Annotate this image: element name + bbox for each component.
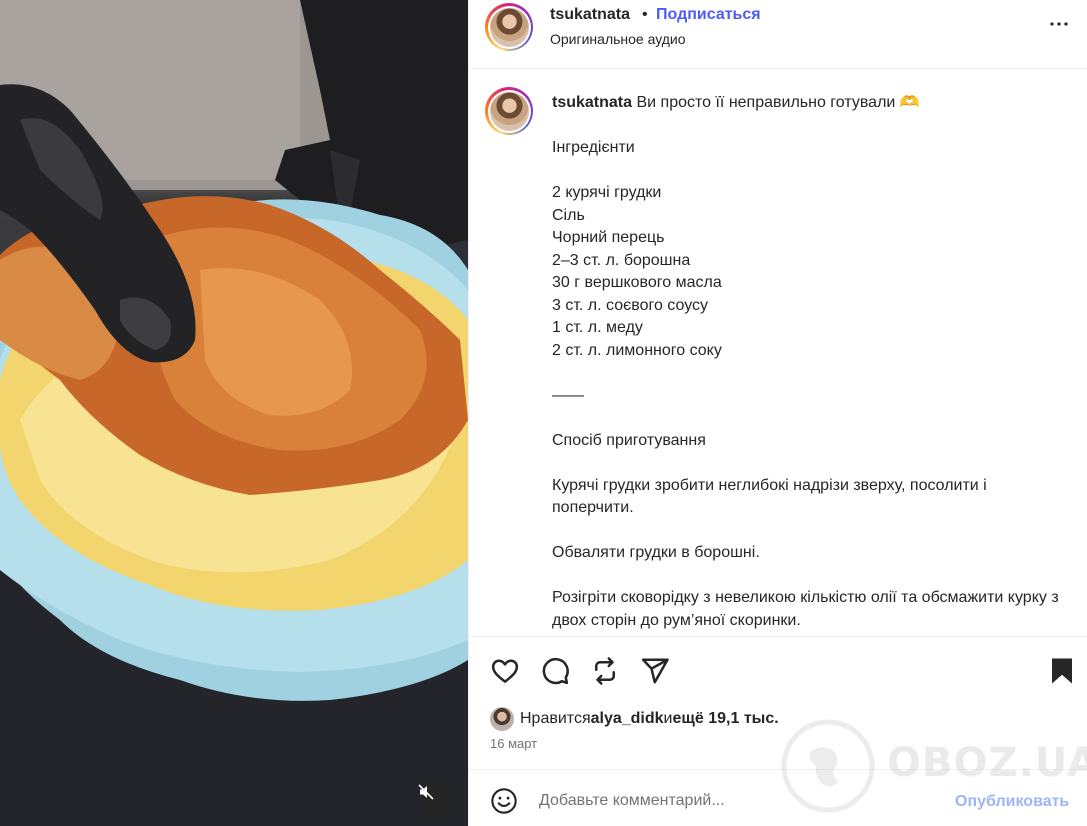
caption-avatar-image [489, 91, 529, 131]
more-horizontal-icon[interactable] [1047, 12, 1071, 36]
likes-summary[interactable]: Нравится alya_didk и ещё 19,1 тыс. [490, 707, 779, 731]
caption-username[interactable]: tsukatnata [552, 94, 632, 111]
caption-line: 2–3 ст. л. борошна [552, 251, 691, 269]
caption-line: Сіль [552, 206, 585, 224]
author-avatar-image [489, 7, 529, 47]
caption-line: Чорний перець [552, 229, 665, 246]
send-icon[interactable] [640, 656, 670, 686]
liker-avatar[interactable] [490, 707, 514, 731]
repost-icon[interactable] [590, 656, 620, 686]
speaker-muted-icon [418, 784, 434, 800]
post-date[interactable]: 16 март [490, 736, 537, 751]
caption-author-avatar[interactable] [485, 87, 533, 135]
likes-prefix: Нравится [520, 710, 591, 727]
likes-middle: и [663, 710, 673, 727]
caption-line: 3 ст. л. соєвого соусу [552, 296, 709, 314]
author-avatar[interactable] [485, 3, 533, 51]
food-photo [0, 0, 468, 826]
caption-divider: —— [552, 386, 584, 404]
caption-line: 1 ст. л. меду [552, 319, 643, 336]
heart-icon[interactable] [490, 656, 520, 686]
caption-title: Ви просто її неправильно готували 🫶 [632, 94, 920, 111]
comment-icon[interactable] [540, 656, 570, 686]
caption-line: Обваляти грудки в борошні. [552, 544, 760, 561]
post-media[interactable] [0, 0, 468, 826]
caption-line: 2 ст. л. лимонного соку [552, 341, 722, 359]
post-actions: Нравится alya_didk и ещё 19,1 тыс. 16 ма… [469, 636, 1087, 770]
author-username[interactable]: tsukatnata [550, 6, 630, 24]
comment-bar: Опубликовать [469, 771, 1087, 826]
caption-text: tsukatnata Ви просто її неправильно готу… [552, 92, 1062, 632]
caption-line: 2 курячі грудки [552, 184, 662, 201]
caption-line: 30 г вершкового масла [552, 274, 722, 291]
caption-section: tsukatnata Ви просто її неправильно готу… [469, 70, 1087, 636]
liker-username[interactable]: alya_didk [591, 710, 664, 728]
mute-toggle-button[interactable] [418, 784, 452, 818]
caption-line: Розігріти сковорідку з невеликою кількіс… [552, 589, 1064, 629]
post-header: tsukatnata • Подписаться Оригинальное ау… [469, 0, 1087, 69]
caption-line: Інгредієнти [552, 139, 635, 156]
publish-button[interactable]: Опубликовать [955, 793, 1069, 811]
caption-line: Спосіб приготування [552, 431, 706, 449]
follow-button[interactable]: Подписаться [656, 6, 761, 24]
comment-input[interactable] [539, 785, 939, 817]
original-audio-link[interactable]: Оригинальное аудио [550, 31, 686, 47]
emoji-icon[interactable] [490, 787, 518, 815]
likes-count[interactable]: ещё 19,1 тыс. [672, 710, 778, 728]
bookmark-icon[interactable] [1047, 656, 1077, 686]
caption-line: Курячі грудки зробити неглибокі надрізи … [552, 476, 992, 517]
post-details-panel: tsukatnata • Подписаться Оригинальное ау… [468, 0, 1087, 826]
caption-first-line: tsukatnata Ви просто її неправильно готу… [552, 92, 1062, 115]
header-separator: • [642, 6, 648, 23]
